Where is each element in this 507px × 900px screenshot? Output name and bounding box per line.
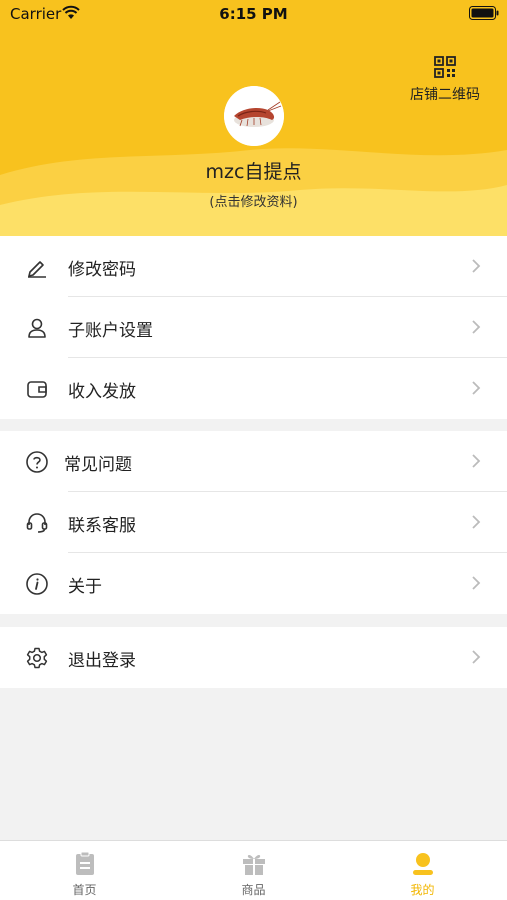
chevron-right-icon xyxy=(472,381,481,395)
tab-home[interactable]: 首页 xyxy=(0,841,169,900)
profile-header: Carrier 6:15 PM 店铺二维码 mzc自提点 (点击修改资料) xyxy=(0,0,507,236)
menu-group-account: 修改密码 子账户设置 收入发放 xyxy=(0,236,507,419)
chevron-right-icon xyxy=(472,515,481,529)
qr-code-icon xyxy=(434,56,456,78)
menu-item-label: 修改密码 xyxy=(68,260,136,280)
edit-icon xyxy=(28,261,46,278)
menu-item-subaccount-settings[interactable]: 子账户设置 xyxy=(0,297,507,358)
store-name[interactable]: mzc自提点 xyxy=(0,157,507,184)
menu-item-label: 关于 xyxy=(68,577,102,597)
chevron-right-icon xyxy=(472,650,481,664)
gear-icon xyxy=(26,647,48,669)
wallet-icon xyxy=(27,381,47,398)
menu-group-support: 常见问题 联系客服 关于 xyxy=(0,431,507,614)
tab-products-label: 商品 xyxy=(241,883,266,897)
chevron-right-icon xyxy=(472,259,481,273)
status-time: 6:15 PM xyxy=(219,5,288,23)
profile-icon xyxy=(412,853,433,875)
menu-item-change-password[interactable]: 修改密码 xyxy=(0,236,507,297)
battery-icon xyxy=(469,6,499,20)
menu-item-faq[interactable]: 常见问题 xyxy=(0,431,507,492)
store-qr-label: 店铺二维码 xyxy=(410,87,480,103)
chevron-right-icon xyxy=(472,454,481,468)
menu-item-label: 退出登录 xyxy=(68,651,136,671)
menu-item-about[interactable]: 关于 xyxy=(0,553,507,614)
menu-item-income-payout[interactable]: 收入发放 xyxy=(0,358,507,419)
menu-item-logout[interactable]: 退出登录 xyxy=(0,627,507,688)
edit-profile-link[interactable]: (点击修改资料) xyxy=(0,191,507,210)
tab-home-label: 首页 xyxy=(72,883,97,897)
shrimp-image xyxy=(224,86,284,146)
chevron-right-icon xyxy=(472,576,481,590)
menu-item-contact-support[interactable]: 联系客服 xyxy=(0,492,507,553)
user-icon xyxy=(28,318,46,338)
avatar[interactable] xyxy=(224,86,284,146)
chevron-right-icon xyxy=(472,320,481,334)
menu-item-label: 子账户设置 xyxy=(68,321,153,341)
menu-item-label: 联系客服 xyxy=(68,516,136,536)
info-icon xyxy=(26,573,48,595)
tab-mine[interactable]: 我的 xyxy=(338,841,507,900)
tab-products[interactable]: 商品 xyxy=(169,841,338,900)
status-bar: Carrier 6:15 PM xyxy=(0,0,507,28)
menu-group-logout: 退出登录 xyxy=(0,627,507,688)
gift-icon xyxy=(242,854,265,875)
headset-icon xyxy=(26,513,48,533)
help-icon xyxy=(26,451,48,473)
tab-mine-label: 我的 xyxy=(410,883,435,897)
store-qr-button[interactable]: 店铺二维码 xyxy=(405,56,485,106)
menu-item-label: 收入发放 xyxy=(68,382,136,402)
home-icon xyxy=(75,851,94,875)
menu-item-label: 常见问题 xyxy=(64,455,132,475)
tab-bar: 首页 商品 我的 xyxy=(0,840,507,900)
